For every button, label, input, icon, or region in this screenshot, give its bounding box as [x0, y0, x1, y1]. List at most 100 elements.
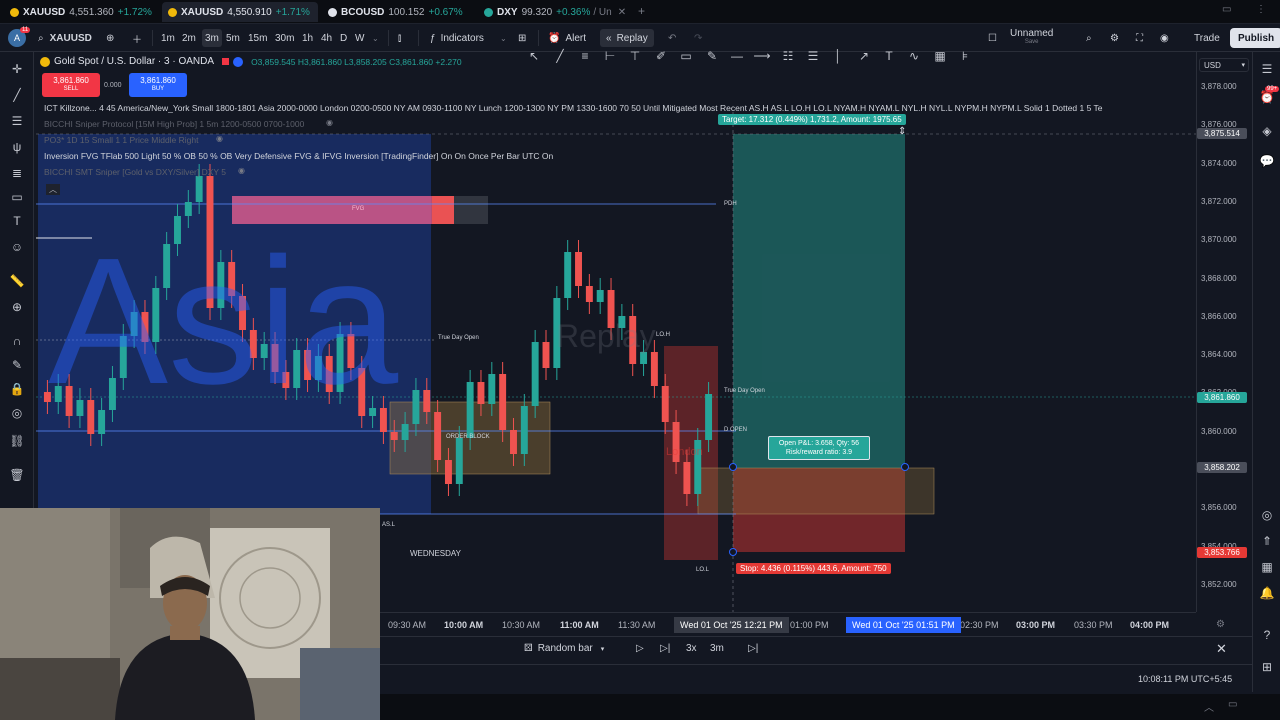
- new-tab-icon[interactable]: +: [638, 4, 645, 18]
- tf-w[interactable]: W: [355, 24, 364, 52]
- browser-tab-4[interactable]: DXY 99.320 +0.36% / Un ✕: [478, 2, 630, 22]
- tf-5m[interactable]: 5m: [226, 24, 240, 52]
- trade-button[interactable]: Trade: [1186, 28, 1228, 48]
- grid-icon[interactable]: ⊞: [1258, 658, 1276, 676]
- legend-inversion-fvg[interactable]: Inversion FVG TFlab 500 Light 50 % OB 50…: [44, 151, 553, 161]
- grid-icon[interactable]: ▦: [932, 46, 948, 66]
- replay-button[interactable]: « Replay: [600, 29, 654, 47]
- lock-icon[interactable]: 🔒: [8, 380, 26, 398]
- settings-icon[interactable]: ⚙: [1216, 619, 1225, 630]
- trend-line-icon[interactable]: ╱: [8, 86, 26, 104]
- line-tool-icon[interactable]: ╱: [552, 46, 568, 66]
- highlighter-icon[interactable]: ✎: [704, 46, 720, 66]
- close-replay-icon[interactable]: ✕: [1216, 641, 1227, 657]
- bar-type-icon[interactable]: ⫾: [398, 24, 401, 52]
- text-tool-icon[interactable]: T: [881, 46, 897, 66]
- chat-icon[interactable]: 💬: [1258, 152, 1276, 170]
- brush-icon[interactable]: ✐: [653, 46, 669, 66]
- zoom-in-icon[interactable]: ⊕: [8, 298, 26, 316]
- rocket-icon[interactable]: ⇑: [1258, 532, 1276, 550]
- resize-arrow-icon[interactable]: ⇕: [898, 126, 906, 137]
- collapse-panel-icon[interactable]: ︿: [1204, 699, 1214, 714]
- price-axis[interactable]: USD ▾ 3,878.000 3,876.000 3,874.000 3,872.0…: [1196, 52, 1252, 612]
- horizontal-lines-icon[interactable]: ☰: [8, 112, 26, 130]
- link-icon[interactable]: ⛓: [8, 432, 26, 450]
- close-tab-icon[interactable]: ✕: [618, 7, 626, 18]
- pitchfork-icon[interactable]: ψ: [8, 138, 26, 156]
- horizontal-ray-icon[interactable]: ⊢: [602, 46, 618, 66]
- tf-1m[interactable]: 1m: [161, 24, 175, 52]
- tf-15m[interactable]: 15m: [248, 24, 267, 52]
- tf-4h[interactable]: 4h: [321, 24, 332, 52]
- browser-tab-2[interactable]: XAUUSD 4,550.910 +1.71%: [162, 2, 318, 22]
- eye-icon[interactable]: ◉: [216, 134, 223, 143]
- tf-2m[interactable]: 2m: [182, 24, 196, 52]
- watchlist-icon[interactable]: ☰: [1258, 60, 1276, 78]
- target-label[interactable]: Target: 17.312 (0.449%) 1,731.2, Amount:…: [718, 114, 906, 125]
- user-avatar[interactable]: A 11: [8, 24, 31, 52]
- window-icon[interactable]: ▭: [1222, 4, 1231, 15]
- interval-selector[interactable]: 3m: [710, 643, 724, 654]
- eye-icon[interactable]: ◉: [326, 118, 333, 127]
- crosshair-icon[interactable]: ✛: [8, 60, 26, 78]
- trash-icon[interactable]: 🗑: [8, 466, 26, 484]
- rectangle-icon[interactable]: ▭: [8, 188, 26, 206]
- menu-icon[interactable]: ⋮: [1256, 4, 1266, 15]
- layers-icon[interactable]: ◈: [1258, 122, 1276, 140]
- stop-label[interactable]: Stop: 4.436 (0.115%) 443.6, Amount: 750: [736, 563, 891, 574]
- arrow-line-icon[interactable]: ↗: [856, 46, 872, 66]
- rectangle-icon[interactable]: ▭: [678, 46, 694, 66]
- eye-icon[interactable]: ◉: [238, 166, 245, 175]
- date-range-icon[interactable]: ⊧: [957, 46, 973, 66]
- publish-button[interactable]: Publish: [1230, 28, 1280, 48]
- settings-icon[interactable]: ⚙: [1110, 24, 1119, 52]
- browser-tab-3[interactable]: BCOUSD 100.152 +0.67%: [322, 2, 472, 22]
- pattern-icon[interactable]: ∿: [906, 46, 922, 66]
- sell-button[interactable]: 3,861.860 SELL: [42, 73, 100, 97]
- indicators-button[interactable]: ƒ Indicators: [430, 24, 484, 52]
- magnet-icon[interactable]: ∩: [8, 332, 26, 350]
- camera-icon[interactable]: ◉: [1160, 24, 1169, 52]
- emoji-icon[interactable]: ☺: [8, 238, 26, 256]
- fib-retracement-icon[interactable]: ☷: [780, 46, 796, 66]
- entry-handle[interactable]: [729, 463, 737, 471]
- target-icon[interactable]: ◎: [1258, 506, 1276, 524]
- magnifier-icon[interactable]: ⌕: [1086, 24, 1092, 52]
- legend-po3[interactable]: PO3* 1D 15 Small 1 1 Price Middle Right: [44, 135, 199, 145]
- buy-button[interactable]: 3,861.860 BUY: [129, 73, 187, 97]
- calendar-icon[interactable]: ▦: [1258, 558, 1276, 576]
- status-clock[interactable]: 10:08:11 PM UTC+5:45: [1138, 674, 1232, 684]
- vertical-line-icon[interactable]: ⊤: [627, 46, 643, 66]
- collapse-legend-icon[interactable]: ︿: [46, 184, 60, 195]
- layout-name[interactable]: Unnamed Save: [1010, 24, 1053, 52]
- tf-3m[interactable]: 3m: [202, 29, 222, 47]
- tf-d[interactable]: D: [340, 24, 347, 52]
- legend-ict-killzone[interactable]: ICT Killzone... 4 45 America/New_York Sm…: [44, 103, 1194, 113]
- legend-bicchi-sniper[interactable]: BICCHI Sniper Protocol [15M High Prob] 1…: [44, 119, 304, 129]
- tf-1h[interactable]: 1h: [302, 24, 313, 52]
- ray-icon[interactable]: ⟶: [753, 46, 770, 66]
- step-forward-button[interactable]: ▷|: [660, 643, 670, 654]
- currency-selector[interactable]: USD ▾: [1199, 58, 1249, 72]
- chevron-down-icon[interactable]: ⌄: [372, 24, 379, 52]
- width-handle[interactable]: [901, 463, 909, 471]
- text-icon[interactable]: T: [8, 212, 26, 230]
- pnl-label[interactable]: Open P&L: 3.658, Qty: 56 Risk/reward rat…: [768, 436, 870, 460]
- chart-title[interactable]: Gold Spot / U.S. Dollar · 3 · OANDA: [54, 56, 214, 67]
- time-axis[interactable]: 09:30 AM 10:00 AM 10:30 AM 11:00 AM 11:30 AM…: [380, 612, 1225, 636]
- random-bar-button[interactable]: ⚄ Random bar ▾: [524, 643, 604, 654]
- jump-to-realtime-button[interactable]: ▷|: [748, 643, 758, 654]
- add-symbol-icon[interactable]: ＋: [132, 24, 142, 52]
- bell-icon[interactable]: 🔔: [1258, 584, 1276, 602]
- vertical-tool-icon[interactable]: │: [830, 46, 846, 66]
- stop-handle[interactable]: [729, 548, 737, 556]
- fullscreen-icon[interactable]: ⛶: [1136, 24, 1143, 52]
- maximize-panel-icon[interactable]: ▭: [1228, 699, 1237, 710]
- chevron-down-icon[interactable]: ⌄: [500, 24, 507, 52]
- fib-icon[interactable]: ≣: [8, 164, 26, 182]
- ruler-icon[interactable]: 📏: [8, 272, 26, 290]
- symbol-search[interactable]: ⌕ XAUUSD: [38, 24, 92, 52]
- eye-icon[interactable]: ◎: [8, 404, 26, 422]
- browser-tab-1[interactable]: XAUUSD 4,551.360 +1.72%: [4, 2, 160, 22]
- legend-bicchi-smt[interactable]: BICCHI SMT Sniper [Gold vs DXY/Silver] D…: [44, 167, 226, 177]
